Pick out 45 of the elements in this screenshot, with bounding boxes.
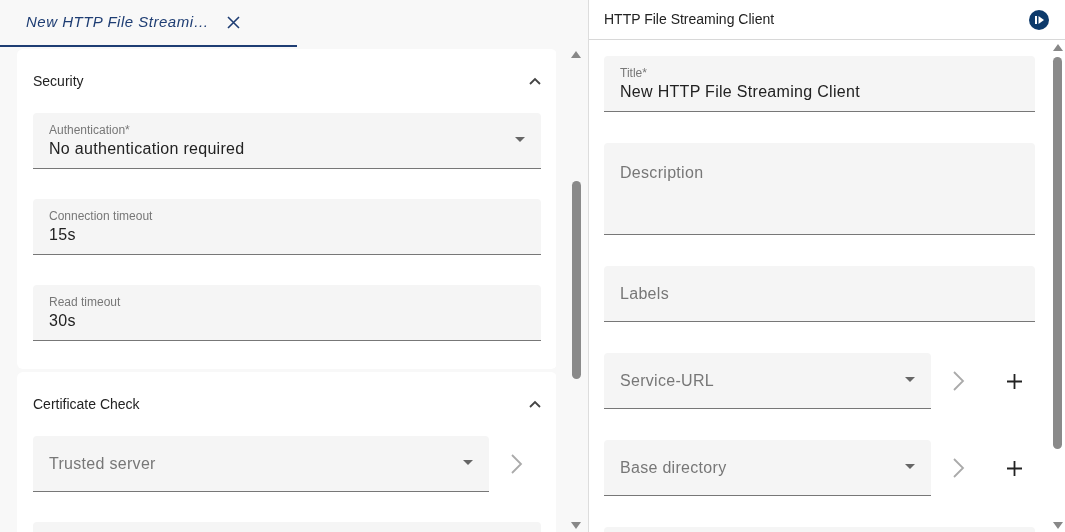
field-placeholder: Trusted server [49, 453, 156, 474]
scroll-up-icon[interactable] [1052, 44, 1063, 51]
plus-icon[interactable] [1007, 460, 1022, 476]
scroll-down-icon[interactable] [1052, 522, 1063, 529]
input-field[interactable]: Connection timeout 15s [33, 199, 541, 255]
scrollbar-thumb[interactable] [571, 181, 581, 379]
field-value: New HTTP File Streaming Client [620, 81, 860, 102]
field-value: 15s [49, 224, 76, 245]
text-area[interactable]: Description [604, 143, 1035, 235]
chevron-right-icon[interactable] [511, 454, 523, 474]
field-value: No authentication required [49, 138, 245, 159]
field-label: Authentication* [49, 121, 130, 138]
section-title: Certificate Check [33, 394, 140, 414]
dropdown-field[interactable]: Base directory [604, 440, 931, 496]
field-value: 30s [49, 310, 76, 331]
field-label: Title* [620, 64, 647, 81]
dropdown-caret-icon [463, 460, 473, 465]
dropdown-caret-icon [515, 137, 525, 142]
scroll-down-icon[interactable] [571, 522, 581, 529]
tab[interactable]: New HTTP File Streami… [0, 0, 297, 47]
close-icon[interactable] [226, 16, 240, 29]
run-icon[interactable] [1029, 9, 1049, 30]
chevron-right-icon[interactable] [953, 458, 965, 478]
dropdown-field[interactable]: Service-URL [604, 353, 931, 409]
field-label: Read timeout [49, 293, 121, 310]
input-field[interactable]: Title* New HTTP File Streaming Client [604, 56, 1035, 112]
field-label: Connection timeout [49, 207, 153, 224]
input-field[interactable]: Read timeout 30s [33, 285, 541, 341]
plus-icon[interactable] [1007, 373, 1022, 389]
chevron-up-icon[interactable] [529, 400, 541, 408]
field-placeholder: Description [620, 164, 704, 181]
field-placeholder: Service-URL [620, 370, 714, 391]
input-field[interactable]: Labels [604, 266, 1035, 322]
dropdown-field[interactable]: Trusted server [33, 436, 489, 492]
field-placeholder: Base directory [620, 457, 727, 478]
dropdown-caret-icon [905, 464, 915, 469]
dropdown-caret-icon [905, 377, 915, 382]
section-title: Security [33, 71, 84, 91]
panel-title: HTTP File Streaming Client [604, 10, 775, 29]
dropdown-field[interactable]: Authentication* No authentication required [33, 113, 541, 169]
field-placeholder: Labels [620, 283, 669, 304]
chevron-right-icon[interactable] [953, 371, 965, 391]
chevron-up-icon[interactable] [529, 77, 541, 85]
scrollbar-thumb[interactable] [1053, 57, 1062, 449]
scroll-up-icon[interactable] [571, 51, 581, 58]
